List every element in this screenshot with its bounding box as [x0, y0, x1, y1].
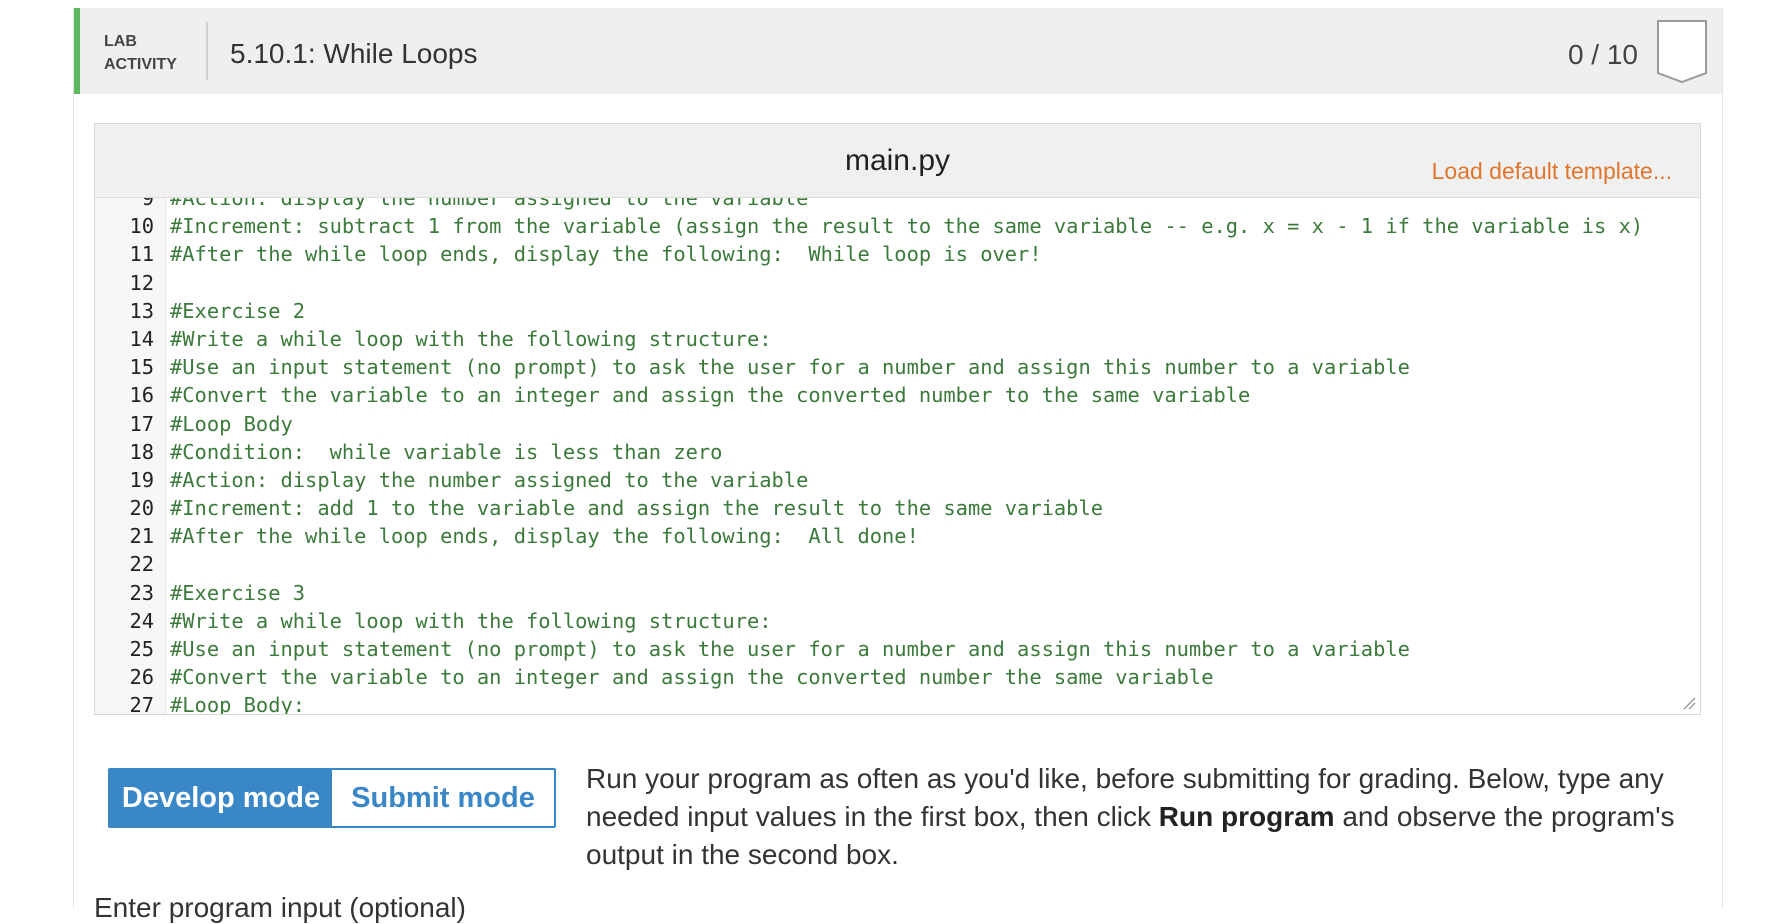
code-line[interactable]: 19 #Action: display the number assigned t… [95, 466, 1700, 494]
code-line-text[interactable]: #Exercise 3 [170, 579, 305, 607]
line-number: 24 [129, 608, 154, 633]
code-line[interactable]: 17 #Loop Body [95, 410, 1700, 438]
line-number: 22 [129, 552, 154, 577]
mode-toggle: Develop mode Submit mode [108, 768, 556, 828]
code-line[interactable]: 11 #After the while loop ends, display th… [95, 240, 1700, 268]
code-line[interactable]: 24 #Write a while loop with the following… [95, 607, 1700, 635]
code-line[interactable]: 21 #After the while loop ends, display th… [95, 522, 1700, 550]
code-lines[interactable]: 9 #Action: display the number assigned to… [95, 198, 1700, 714]
lab-activity-label: LAB ACTIVITY [104, 30, 204, 76]
lab-label-line1: LAB [104, 33, 137, 50]
code-line-text[interactable]: #Increment: add 1 to the variable and as… [170, 494, 1103, 522]
code-line[interactable]: 14 #Write a while loop with the following… [95, 325, 1700, 353]
run-instructions: Run your program as often as you'd like,… [586, 760, 1686, 874]
header-divider [206, 22, 208, 80]
code-line[interactable]: 15 #Use an input statement (no prompt) to… [95, 353, 1700, 381]
code-line-text[interactable]: #Loop Body [170, 410, 293, 438]
line-number: 14 [129, 326, 154, 351]
code-editor[interactable]: 9 #Action: display the number assigned to… [95, 198, 1700, 714]
line-number: 25 [129, 637, 154, 661]
program-input-label: Enter program input (optional) [94, 892, 466, 923]
code-line[interactable]: 23 #Exercise 3 [95, 579, 1700, 607]
editor-header: main.py Load default template... [95, 124, 1700, 198]
line-number: 13 [129, 298, 154, 323]
code-line-text[interactable]: #Write a while loop with the following s… [170, 607, 772, 635]
ribbon-badge-icon [1657, 20, 1707, 83]
line-number: 11 [129, 242, 154, 267]
code-line[interactable]: 10 #Increment: subtract 1 from the variab… [95, 212, 1700, 240]
line-number: 18 [129, 439, 154, 464]
code-line-text[interactable]: #Increment: subtract 1 from the variable… [170, 212, 1643, 240]
code-line-text[interactable]: #Write a while loop with the following s… [170, 325, 772, 353]
code-line[interactable]: 18 #Condition: while variable is less tha… [95, 438, 1700, 466]
resize-grip-icon[interactable] [1680, 694, 1696, 710]
code-line-text[interactable]: #Use an input statement (no prompt) to a… [170, 635, 1410, 663]
code-line[interactable]: 26 #Convert the variable to an integer an… [95, 663, 1700, 691]
line-number: 10 [129, 214, 154, 239]
code-line-text[interactable]: #After the while loop ends, display the … [170, 240, 1042, 268]
code-line-text[interactable]: #After the while loop ends, display the … [170, 522, 919, 550]
activity-title: 5.10.1: While Loops [230, 38, 478, 69]
code-line[interactable]: 27 #Loop Body: [95, 691, 1700, 714]
code-line[interactable]: 20 #Increment: add 1 to the variable and … [95, 494, 1700, 522]
code-line[interactable]: 25 #Use an input statement (no prompt) to… [95, 635, 1700, 663]
develop-mode-button[interactable]: Develop mode [110, 770, 332, 826]
line-number: 20 [129, 496, 154, 521]
code-line-text[interactable]: #Condition: while variable is less than … [170, 438, 722, 466]
line-number: 12 [129, 270, 154, 295]
line-number: 9 [141, 198, 154, 210]
line-number: 17 [129, 411, 154, 436]
code-line[interactable]: 12 [95, 269, 1700, 297]
load-default-template-link[interactable]: Load default template... [1432, 158, 1672, 185]
line-number: 23 [129, 580, 154, 605]
code-line-text[interactable]: #Action: display the number assigned to … [170, 466, 808, 494]
code-line[interactable]: 13 #Exercise 2 [95, 297, 1700, 325]
line-number: 15 [129, 355, 154, 380]
code-line[interactable]: 22 [95, 550, 1700, 578]
score-display: 0 / 10 [1567, 39, 1638, 70]
code-line[interactable]: 16 #Convert the variable to an integer an… [95, 381, 1700, 409]
code-line-text[interactable]: #Convert the variable to an integer and … [170, 381, 1250, 409]
code-line-text[interactable]: #Use an input statement (no prompt) to a… [170, 353, 1410, 381]
line-number: 27 [129, 693, 154, 714]
run-program-emphasis: Run program [1158, 801, 1335, 832]
code-line-text[interactable]: #Convert the variable to an integer and … [170, 663, 1213, 691]
code-line-text[interactable]: #Loop Body: [170, 691, 305, 714]
line-number: 19 [129, 467, 154, 492]
line-number: 21 [129, 524, 154, 549]
code-line[interactable]: 9 #Action: display the number assigned to… [95, 198, 1700, 212]
lab-activity-card: LAB ACTIVITY 5.10.1: While Loops 0 / 10 … [73, 8, 1723, 923]
line-number: 26 [129, 665, 154, 690]
code-line-text[interactable]: #Action: display the number assigned to … [170, 198, 808, 212]
activity-header: LAB ACTIVITY 5.10.1: While Loops 0 / 10 [74, 8, 1722, 94]
code-line-text[interactable]: #Exercise 2 [170, 297, 305, 325]
submit-mode-button[interactable]: Submit mode [332, 770, 554, 826]
lab-label-line2: ACTIVITY [104, 56, 177, 73]
line-number: 16 [129, 383, 154, 408]
code-editor-panel: main.py Load default template... 9 #Actio… [94, 123, 1701, 715]
